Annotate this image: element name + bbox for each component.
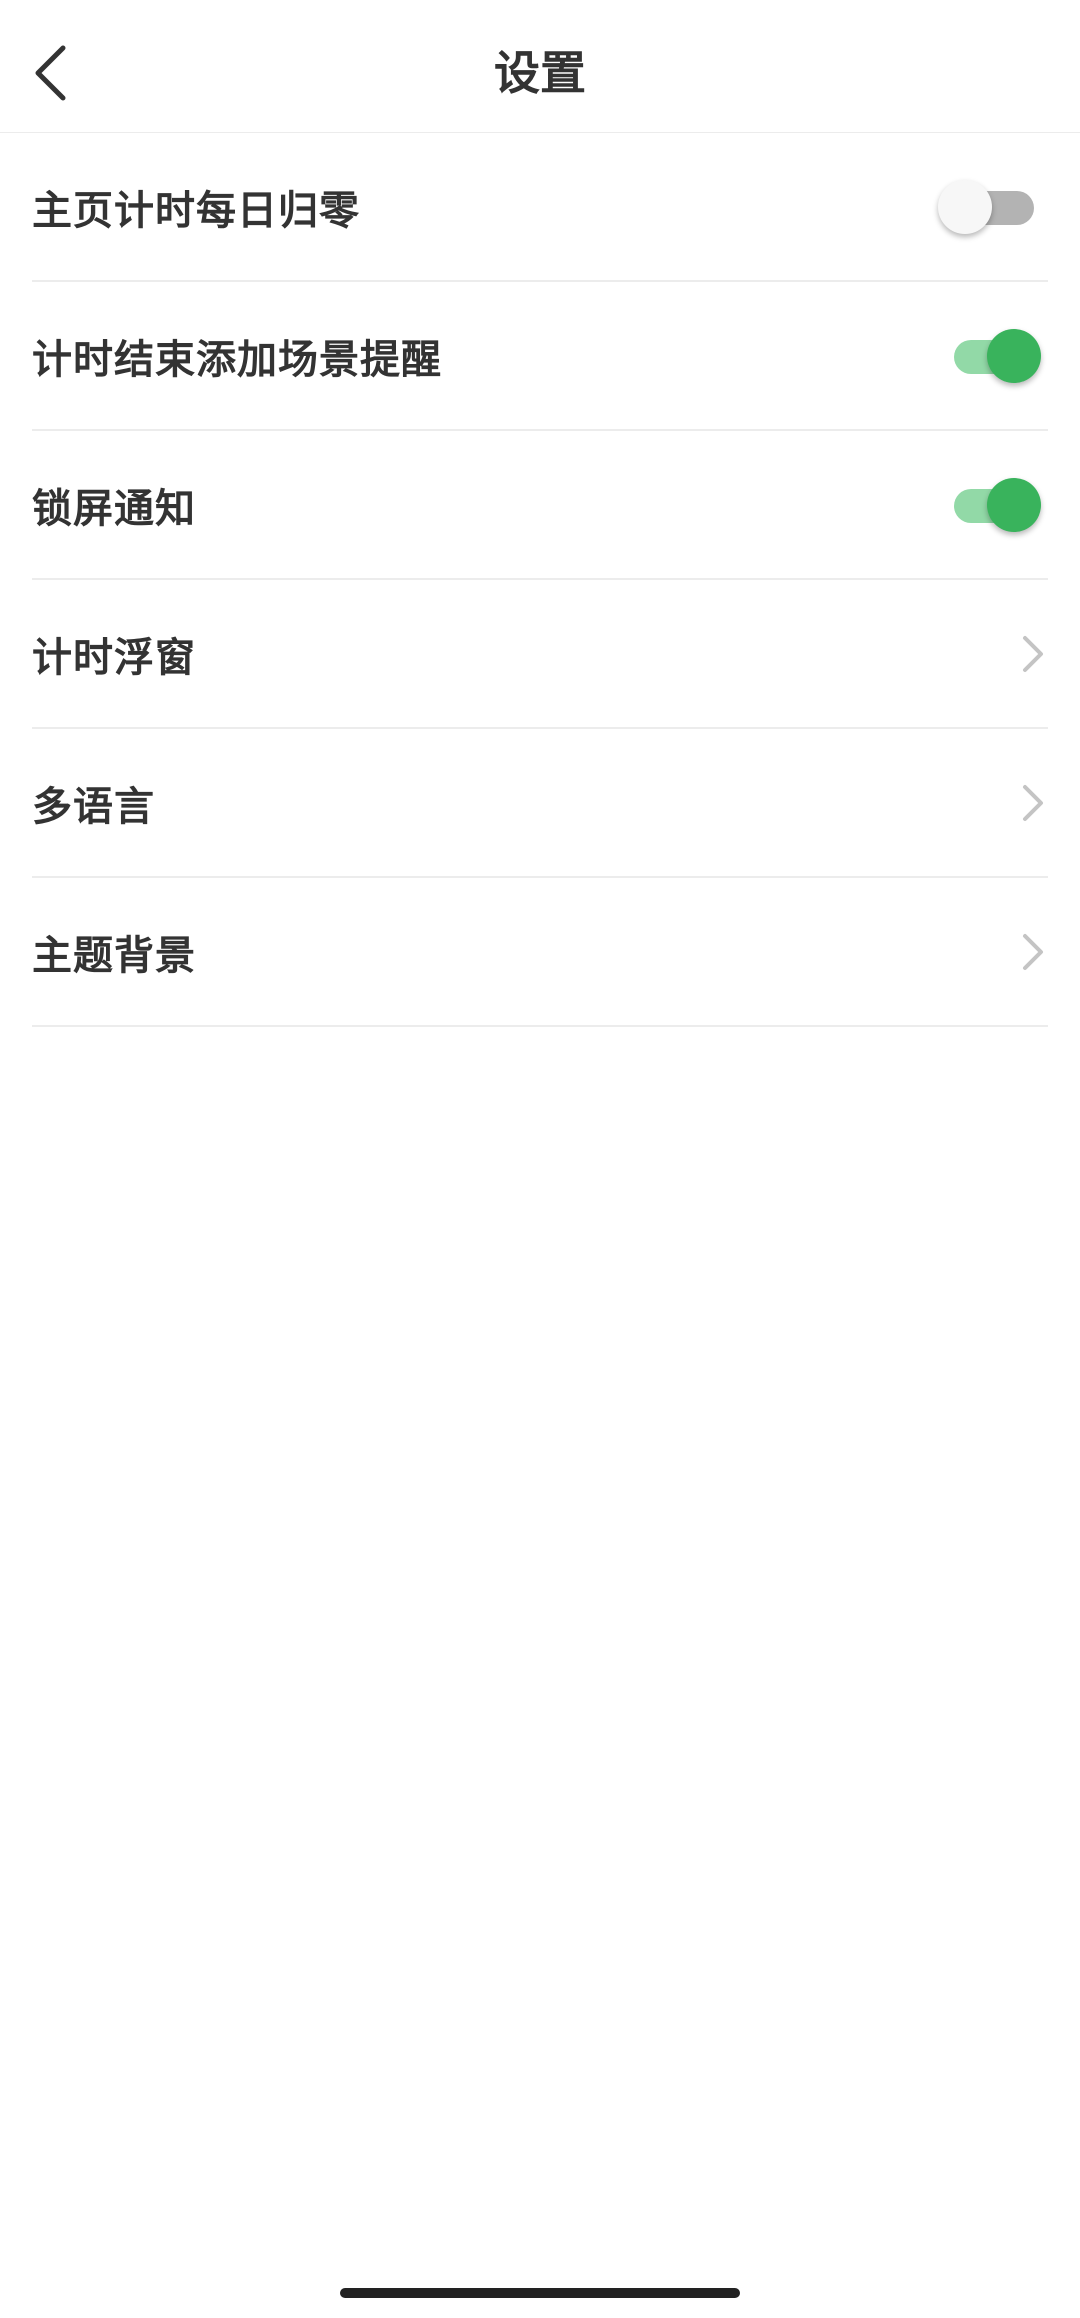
setting-label: 锁屏通知 (32, 485, 196, 532)
setting-row-daily-reset: 主页计时每日归零 (32, 133, 1048, 282)
scene-reminder-toggle[interactable] (946, 326, 1041, 386)
setting-row-language[interactable]: 多语言 (32, 729, 1048, 878)
setting-label: 计时结束添加场景提醒 (32, 336, 442, 383)
daily-reset-toggle[interactable] (938, 177, 1036, 237)
chevron-right-icon (1018, 781, 1048, 825)
setting-label: 多语言 (32, 783, 155, 830)
home-indicator[interactable] (340, 2288, 740, 2298)
setting-row-floating-window[interactable]: 计时浮窗 (32, 580, 1048, 729)
setting-row-lock-screen-notification: 锁屏通知 (32, 431, 1048, 580)
setting-label: 计时浮窗 (32, 634, 196, 681)
setting-label: 主页计时每日归零 (32, 187, 360, 234)
settings-list: 主页计时每日归零 计时结束添加场景提醒 锁屏通知 计时浮窗 多语言 主题背景 (0, 133, 1080, 1027)
toggle-knob (938, 179, 992, 234)
page-title: 设置 (494, 46, 586, 100)
back-button[interactable] (20, 38, 80, 108)
setting-row-scene-reminder: 计时结束添加场景提醒 (32, 282, 1048, 431)
toggle-knob (987, 477, 1041, 532)
setting-row-theme-background[interactable]: 主题背景 (32, 878, 1048, 1027)
lock-screen-notification-toggle[interactable] (946, 475, 1041, 535)
chevron-right-icon (1018, 930, 1048, 974)
chevron-left-icon (35, 45, 66, 101)
setting-label: 主题背景 (32, 932, 196, 979)
toggle-knob (987, 328, 1041, 383)
chevron-right-icon (1018, 632, 1048, 676)
navigation-bar: 设置 (0, 0, 1080, 133)
